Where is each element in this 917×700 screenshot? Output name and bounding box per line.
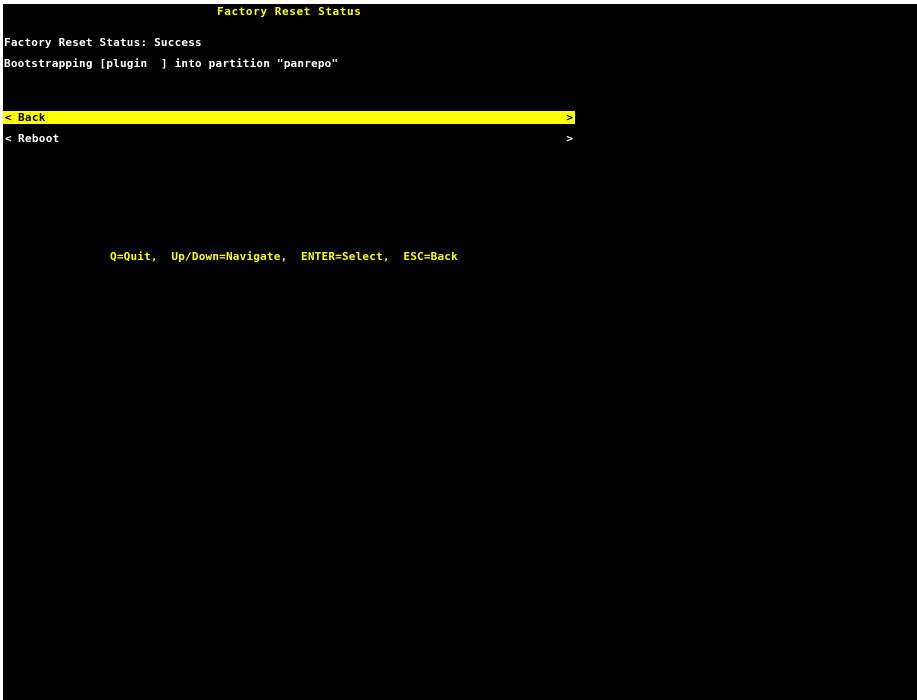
bootstrap-status-text: Bootstrapping [plugin ] into partition "… bbox=[4, 57, 339, 70]
left-chevron-icon: < bbox=[5, 111, 12, 124]
screen-title: Factory Reset Status bbox=[217, 5, 362, 18]
factory-reset-status-text: Factory Reset Status: Success bbox=[4, 36, 202, 49]
left-chevron-icon: < bbox=[5, 132, 12, 145]
menu-item-label: Reboot bbox=[18, 132, 60, 145]
right-chevron-icon: > bbox=[566, 111, 573, 124]
console-window: Factory Reset Status Factory Reset Statu… bbox=[3, 4, 917, 700]
right-chevron-icon: > bbox=[566, 132, 573, 145]
menu-item-label: Back bbox=[18, 111, 46, 124]
menu-item-reboot[interactable]: < Reboot > bbox=[3, 132, 575, 145]
menu-item-back[interactable]: < Back > bbox=[3, 111, 575, 124]
keyboard-hint: Q=Quit, Up/Down=Navigate, ENTER=Select, … bbox=[110, 250, 458, 263]
